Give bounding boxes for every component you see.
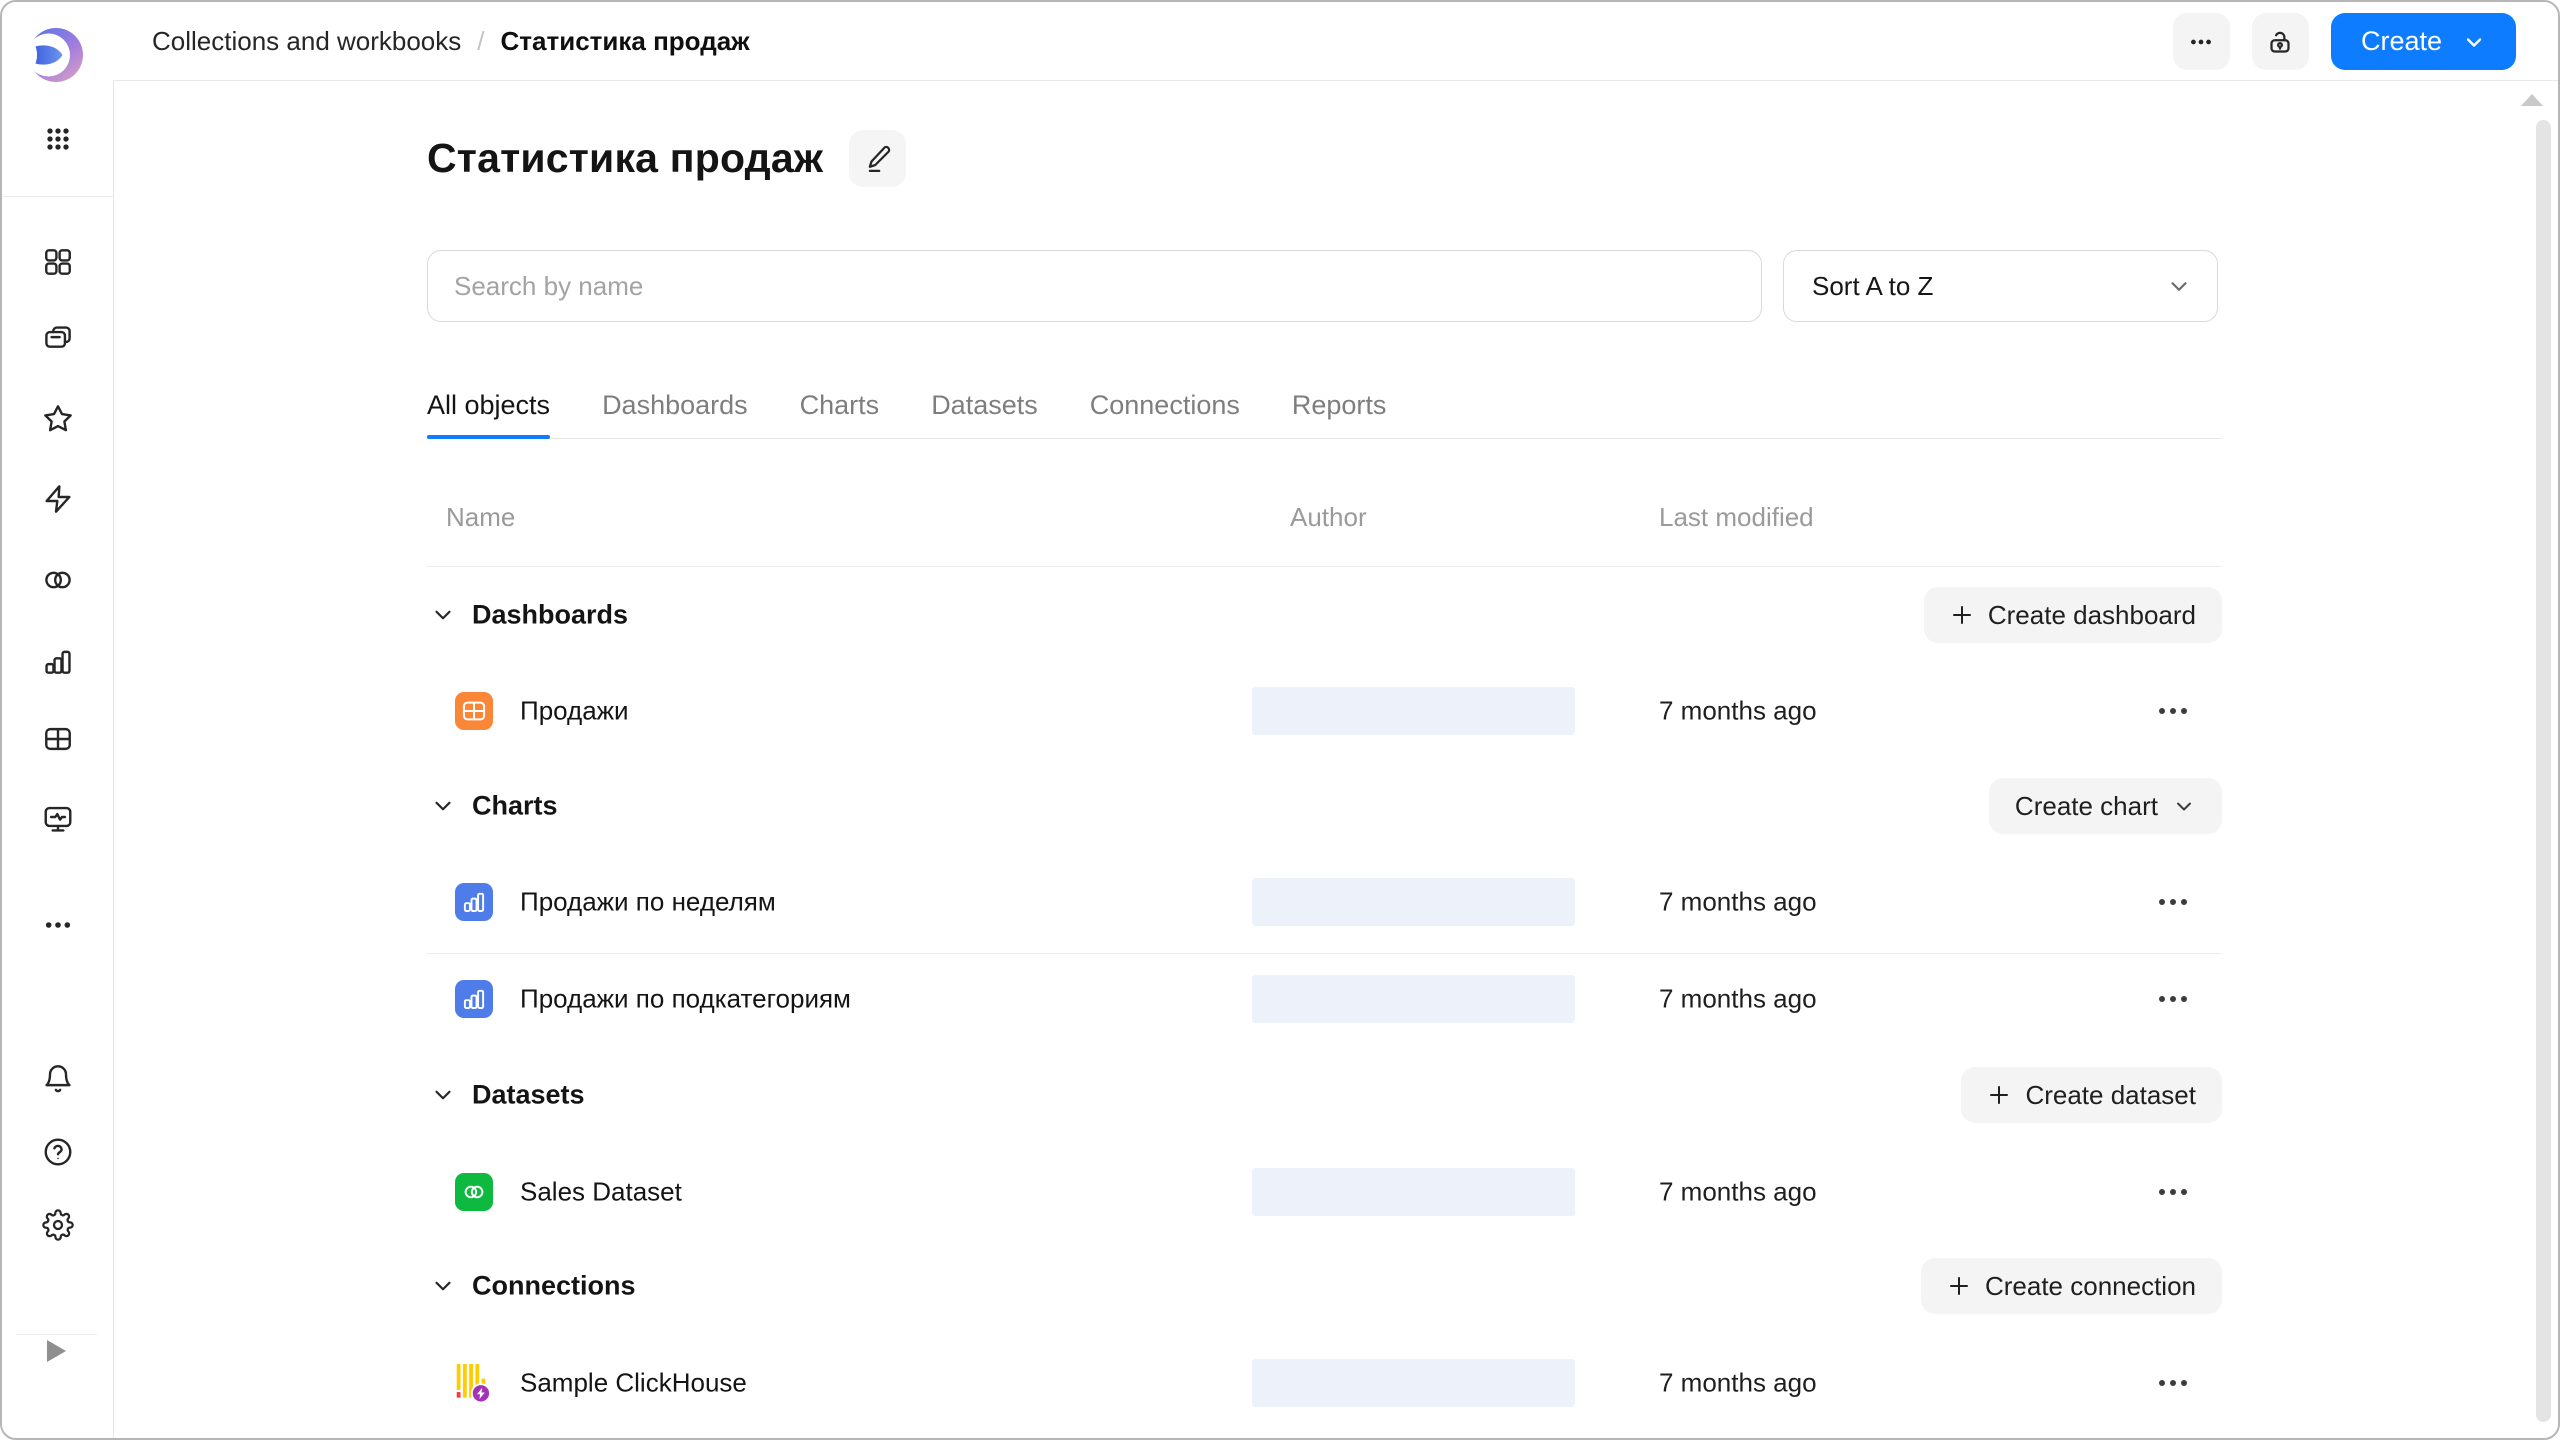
row-last-modified: 7 months ago xyxy=(1659,1176,1817,1207)
collections-icon[interactable] xyxy=(41,322,75,356)
tab-dashboards[interactable]: Dashboards xyxy=(602,374,748,438)
dashboard-icon xyxy=(455,692,493,730)
rename-workbook-button[interactable] xyxy=(849,130,907,187)
chevron-down-icon xyxy=(2466,37,2482,47)
row-name[interactable]: Продажи по неделям xyxy=(520,887,776,918)
section-label: Connections xyxy=(472,1270,636,1301)
column-header-author: Author xyxy=(1290,502,1367,532)
row-last-modified: 7 months ago xyxy=(1659,1367,1817,1398)
active-tab-underline xyxy=(427,435,551,439)
row-last-modified: 7 months ago xyxy=(1659,983,1817,1014)
workbook-more-button[interactable] xyxy=(2172,13,2230,70)
sort-select[interactable]: Sort A to Z xyxy=(1783,250,2218,322)
dataset-icon xyxy=(455,1173,493,1211)
row-actions-button[interactable] xyxy=(2145,1355,2201,1411)
objects-grid-icon[interactable] xyxy=(41,245,75,279)
search-input[interactable] xyxy=(427,250,1762,322)
create-connection-button[interactable]: Create connection xyxy=(1920,1258,2222,1314)
author-loading-skeleton xyxy=(1252,975,1575,1023)
create-dashboard-button[interactable]: Create dashboard xyxy=(1923,587,2222,643)
object-tabs: All objects Dashboards Charts Datasets C… xyxy=(427,374,2222,439)
row-name[interactable]: Sales Dataset xyxy=(520,1177,682,1208)
chart-icon xyxy=(455,883,493,921)
breadcrumb-collections[interactable]: Collections and workbooks xyxy=(152,26,461,57)
row-actions-button[interactable] xyxy=(2145,971,2201,1027)
tab-charts[interactable]: Charts xyxy=(800,374,880,438)
pencil-edit-icon xyxy=(868,145,890,172)
row-last-modified: 7 months ago xyxy=(1659,695,1817,726)
section-label: Charts xyxy=(472,790,558,821)
row-actions-button[interactable] xyxy=(2145,683,2201,739)
section-charts[interactable]: Charts Create chart xyxy=(2,778,2558,834)
favorites-star-icon[interactable] xyxy=(41,402,75,436)
tab-all-objects[interactable]: All objects xyxy=(427,374,551,439)
section-datasets[interactable]: Datasets Create dataset xyxy=(2,1067,2558,1123)
section-dashboards[interactable]: Dashboards Create dashboard xyxy=(2,587,2558,643)
table-row-connection[interactable]: Sample ClickHouse 7 months ago xyxy=(2,1335,2558,1431)
table-row-chart[interactable]: Продажи по подкатегориям 7 months ago xyxy=(2,951,2558,1047)
row-name[interactable]: Продажи по подкатегориям xyxy=(520,984,851,1015)
author-loading-skeleton xyxy=(1252,1359,1575,1407)
plus-icon xyxy=(1952,606,1971,624)
tab-connections[interactable]: Connections xyxy=(1090,374,1240,438)
create-chart-button[interactable]: Create chart xyxy=(1988,778,2222,834)
row-name[interactable]: Продажи xyxy=(520,696,629,727)
chevron-down-icon xyxy=(2177,802,2191,811)
chevron-down-icon[interactable] xyxy=(430,1082,456,1108)
plus-icon xyxy=(1949,1277,1968,1295)
sidebar-divider xyxy=(2,196,113,197)
breadcrumb: Collections and workbooks / Статистика п… xyxy=(152,2,750,80)
unlock-permissions-button[interactable] xyxy=(2251,13,2309,70)
create-dataset-button[interactable]: Create dataset xyxy=(1961,1067,2222,1123)
plus-icon xyxy=(1990,1086,2009,1104)
section-connections[interactable]: Connections Create connection xyxy=(2,1258,2558,1314)
table-row-chart[interactable]: Продажи по неделям 7 months ago xyxy=(2,854,2558,950)
datalens-logo-icon[interactable] xyxy=(27,27,84,83)
chevron-down-icon[interactable] xyxy=(430,602,456,628)
column-header-last-modified: Last modified xyxy=(1659,502,1814,532)
create-button[interactable]: Create xyxy=(2330,13,2516,70)
chevron-down-icon[interactable] xyxy=(430,1273,456,1299)
sort-select-value: Sort A to Z xyxy=(1812,270,1934,301)
section-label: Datasets xyxy=(472,1079,585,1110)
tab-datasets[interactable]: Datasets xyxy=(931,374,1038,438)
datalens-window: Collections and workbooks / Статистика п… xyxy=(0,0,2560,1440)
row-actions-button[interactable] xyxy=(2145,874,2201,930)
chevron-down-icon xyxy=(2171,282,2187,291)
breadcrumb-separator: / xyxy=(477,25,485,56)
scrollbar-up-arrow[interactable] xyxy=(2521,94,2543,106)
author-loading-skeleton xyxy=(1252,878,1575,926)
tab-reports[interactable]: Reports xyxy=(1292,374,1387,438)
chevron-down-icon[interactable] xyxy=(430,793,456,819)
row-last-modified: 7 months ago xyxy=(1659,886,1817,917)
apps-menu-icon[interactable] xyxy=(41,122,75,156)
author-loading-skeleton xyxy=(1252,687,1575,735)
table-row-dashboard[interactable]: Продажи 7 months ago xyxy=(2,663,2558,759)
clickhouse-icon xyxy=(455,1364,493,1404)
column-header-name: Name xyxy=(446,502,516,532)
page-title: Статистика продаж xyxy=(427,135,824,181)
section-label: Dashboards xyxy=(472,599,629,630)
create-button-label: Create xyxy=(2360,26,2442,56)
quick-actions-lightning-icon[interactable] xyxy=(41,482,75,516)
lock-open-icon xyxy=(2270,31,2291,53)
top-header: Collections and workbooks / Статистика п… xyxy=(113,2,2558,81)
chart-icon xyxy=(455,980,493,1018)
row-actions-button[interactable] xyxy=(2145,1164,2201,1220)
table-header-divider xyxy=(427,566,2222,567)
header-actions: Create xyxy=(2172,13,2516,70)
breadcrumb-current: Статистика продаж xyxy=(500,25,750,56)
table-row-dataset[interactable]: Sales Dataset 7 months ago xyxy=(2,1144,2558,1240)
row-name[interactable]: Sample ClickHouse xyxy=(520,1368,747,1399)
title-bar: Статистика продаж xyxy=(427,130,907,187)
author-loading-skeleton xyxy=(1252,1168,1575,1216)
ellipsis-icon xyxy=(2191,39,2212,44)
